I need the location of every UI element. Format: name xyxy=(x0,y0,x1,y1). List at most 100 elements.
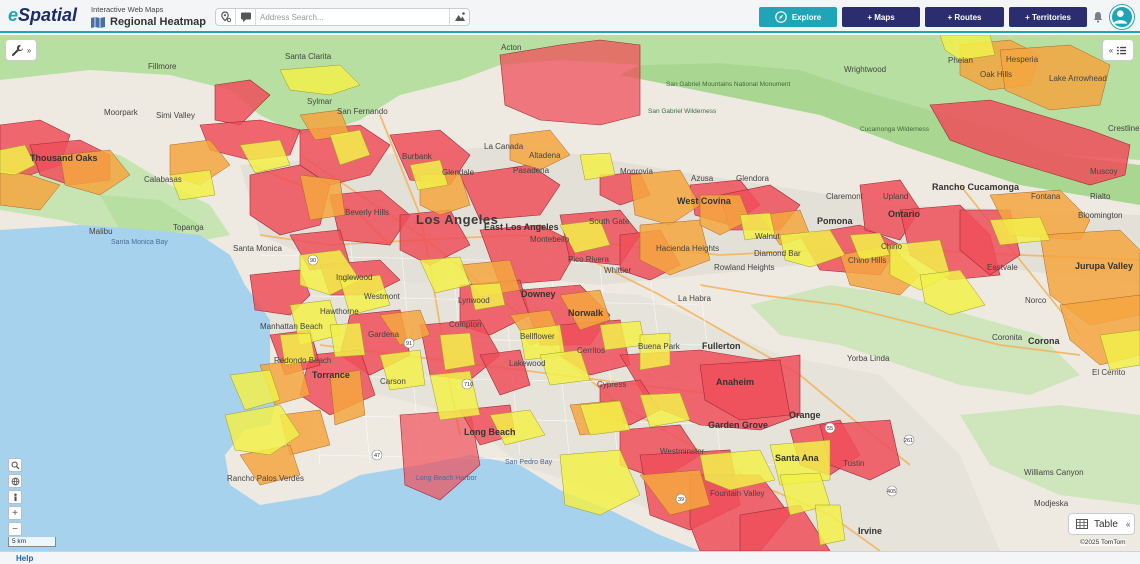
place-label: Gardena xyxy=(368,330,400,339)
add-routes-button[interactable]: + Routes xyxy=(925,7,1004,27)
place-label: Lakewood xyxy=(509,359,546,368)
zoom-box-button[interactable] xyxy=(8,458,22,472)
bottom-bar: Help xyxy=(0,551,1140,564)
globe-icon xyxy=(11,477,19,485)
place-label: Hacienda Heights xyxy=(656,244,720,253)
place-label: Altadena xyxy=(529,151,561,160)
add-territories-button[interactable]: + Territories xyxy=(1009,7,1087,27)
place-label: Tustin xyxy=(843,459,865,468)
map-canvas[interactable]: 90 91 710 47 55 261 405 39 Acton Fillmor… xyxy=(0,35,1140,551)
map-tools-button[interactable]: » xyxy=(5,39,37,61)
notification-bell-icon[interactable] xyxy=(1092,11,1104,23)
place-label: El Cerrito xyxy=(1092,368,1126,377)
place-label: Redondo Beach xyxy=(274,356,332,365)
place-label: Garden Grove xyxy=(708,420,769,430)
globe-button[interactable] xyxy=(8,474,22,488)
place-label: Cucamonga Wilderness xyxy=(860,126,930,133)
svg-text:710: 710 xyxy=(464,382,473,388)
svg-text:47: 47 xyxy=(374,453,380,459)
table-button[interactable]: Table « xyxy=(1068,513,1135,535)
svg-text:91: 91 xyxy=(406,341,412,347)
place-label: Santa Monica Bay xyxy=(111,239,168,246)
place-label: La Canada xyxy=(484,142,524,151)
place-label: Montebello xyxy=(530,235,570,244)
app-subtitle: Interactive Web Maps xyxy=(91,5,164,14)
place-label: Sylmar xyxy=(307,97,332,106)
top-bar: e Spatial Interactive Web Maps Regional H… xyxy=(0,0,1140,33)
place-label: Carson xyxy=(380,377,406,386)
place-label: Topanga xyxy=(173,223,204,232)
place-label: Santa Ana xyxy=(775,453,819,463)
place-label: Irvine xyxy=(858,526,883,536)
place-label: Fillmore xyxy=(148,62,177,71)
place-label: Anaheim xyxy=(716,377,755,387)
zoom-in-button[interactable]: + xyxy=(8,506,22,520)
place-label: Inglewood xyxy=(336,273,373,282)
place-label: Ontario xyxy=(888,209,921,219)
legend-button[interactable]: « xyxy=(1102,39,1134,61)
place-label: Hawthorne xyxy=(320,307,359,316)
svg-text:90: 90 xyxy=(310,258,316,264)
place-label: Chino xyxy=(881,242,902,251)
mountain-route-icon xyxy=(454,12,465,21)
user-avatar[interactable] xyxy=(1110,5,1134,29)
place-label: Fullerton xyxy=(702,341,741,351)
collapse-chevrons-icon: « xyxy=(1108,45,1114,55)
help-link[interactable]: Help xyxy=(16,554,33,563)
table-label: Table xyxy=(1094,518,1118,530)
place-label: Westminster xyxy=(660,447,705,456)
place-label: Burbank xyxy=(402,152,432,161)
place-label: Monrovia xyxy=(620,167,653,176)
place-label: Whittier xyxy=(604,266,632,275)
minus-icon: − xyxy=(12,523,18,535)
place-label: San Gabriel Wilderness xyxy=(648,108,717,115)
territories-label: + Territories xyxy=(1025,12,1071,22)
svg-text:261: 261 xyxy=(904,438,913,444)
place-label: Buena Park xyxy=(638,342,680,351)
wrench-icon xyxy=(11,44,23,56)
add-maps-button[interactable]: + Maps xyxy=(842,7,920,27)
plus-icon: + xyxy=(12,507,18,519)
place-label: Norco xyxy=(1025,296,1047,305)
place-label: Glendale xyxy=(442,168,475,177)
place-label: Glendora xyxy=(736,174,769,183)
place-label: Norwalk xyxy=(568,308,604,318)
explore-label: Explore xyxy=(791,12,822,22)
map-title-block: Interactive Web Maps Regional Heatmap xyxy=(91,5,206,28)
svg-text:39: 39 xyxy=(678,497,684,503)
place-label: Beverly Hills xyxy=(345,208,390,217)
place-label: Wrightwood xyxy=(844,65,887,74)
logo-e: e xyxy=(8,5,19,25)
zoom-out-button[interactable]: − xyxy=(8,522,22,536)
place-label: Lake Arrowhead xyxy=(1049,74,1107,83)
place-label: Phelan xyxy=(948,56,973,65)
place-label: Cerritos xyxy=(577,346,606,355)
place-label: Rancho Palos Verdes xyxy=(227,474,304,483)
place-label: Upland xyxy=(883,192,909,201)
location-chat-button[interactable] xyxy=(236,9,256,25)
svg-text:405: 405 xyxy=(887,489,896,495)
address-search-input[interactable] xyxy=(256,9,449,25)
logo-text: Spatial xyxy=(18,5,78,25)
place-label: Eastvale xyxy=(987,263,1018,272)
place-label: Walnut xyxy=(755,232,780,241)
espatial-app: e Spatial Interactive Web Maps Regional H… xyxy=(0,0,1140,564)
place-label: La Habra xyxy=(678,294,711,303)
compass-icon xyxy=(775,11,787,23)
maps-label: + Maps xyxy=(867,12,895,22)
place-label: East Los Angeles xyxy=(484,222,559,232)
pin-search-button[interactable] xyxy=(216,9,236,25)
street-view-button[interactable] xyxy=(8,490,22,504)
list-icon xyxy=(1117,46,1127,54)
place-label: West Covina xyxy=(677,196,731,206)
espatial-logo[interactable]: e Spatial xyxy=(8,5,77,27)
place-label: San Pedro Bay xyxy=(505,459,553,466)
map-title-row[interactable]: Regional Heatmap xyxy=(91,16,206,28)
place-label: Fountain Valley xyxy=(710,489,765,498)
place-label: Simi Valley xyxy=(156,111,195,120)
place-label: Westmont xyxy=(364,292,400,301)
route-search-button[interactable] xyxy=(449,9,469,25)
place-label: Compton xyxy=(449,320,482,329)
explore-button[interactable]: Explore xyxy=(759,7,837,27)
person-icon xyxy=(13,493,17,501)
